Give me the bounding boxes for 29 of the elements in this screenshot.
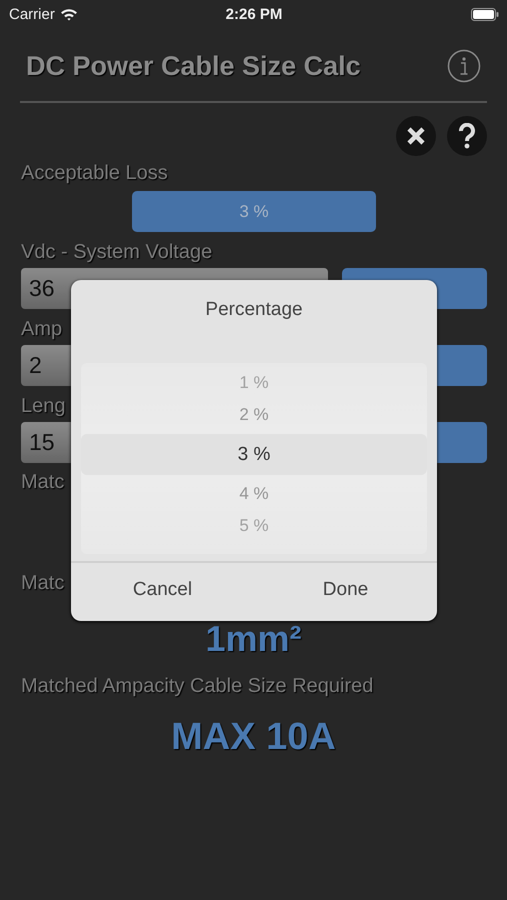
picker-option[interactable]: 4 % — [81, 478, 427, 510]
picker-option[interactable]: 3 % — [81, 434, 427, 475]
loss-selector-button[interactable]: 3 % — [132, 191, 376, 232]
battery-icon — [471, 8, 500, 20]
field-label: Vdc - System Voltage — [20, 241, 212, 264]
picker-option[interactable]: 5 % — [81, 510, 427, 542]
app-title: DC Power Cable Size Calc — [26, 50, 361, 82]
picker-option[interactable]: 2 % — [81, 399, 427, 431]
result-label: Matc — [20, 572, 64, 595]
result-label: Matched Ampacity Cable Size Required — [20, 675, 374, 698]
wifi-icon — [60, 8, 78, 20]
picker-wheel[interactable]: 1 % 2 % 3 % 4 % 5 % — [81, 363, 427, 554]
question-mark-icon — [458, 123, 476, 149]
result-value: 1mm² — [204, 621, 303, 657]
field-label: Leng — [20, 395, 66, 418]
close-button[interactable] — [396, 116, 436, 156]
help-button[interactable] — [447, 116, 487, 156]
field-label: Acceptable Loss — [20, 162, 168, 185]
close-icon — [406, 126, 426, 146]
status-time: 2:26 PM — [226, 6, 282, 22]
dialog-title: Percentage — [205, 299, 303, 321]
done-button[interactable]: Done — [254, 563, 437, 621]
carrier-text: Carrier — [9, 6, 55, 22]
picker-option[interactable]: 1 % — [81, 367, 427, 399]
result-label: Matc — [20, 471, 64, 494]
info-icon[interactable] — [447, 49, 481, 83]
field-label: Amp — [20, 318, 62, 341]
cancel-button[interactable]: Cancel — [71, 563, 254, 621]
result-value: MAX 10A — [170, 718, 337, 756]
